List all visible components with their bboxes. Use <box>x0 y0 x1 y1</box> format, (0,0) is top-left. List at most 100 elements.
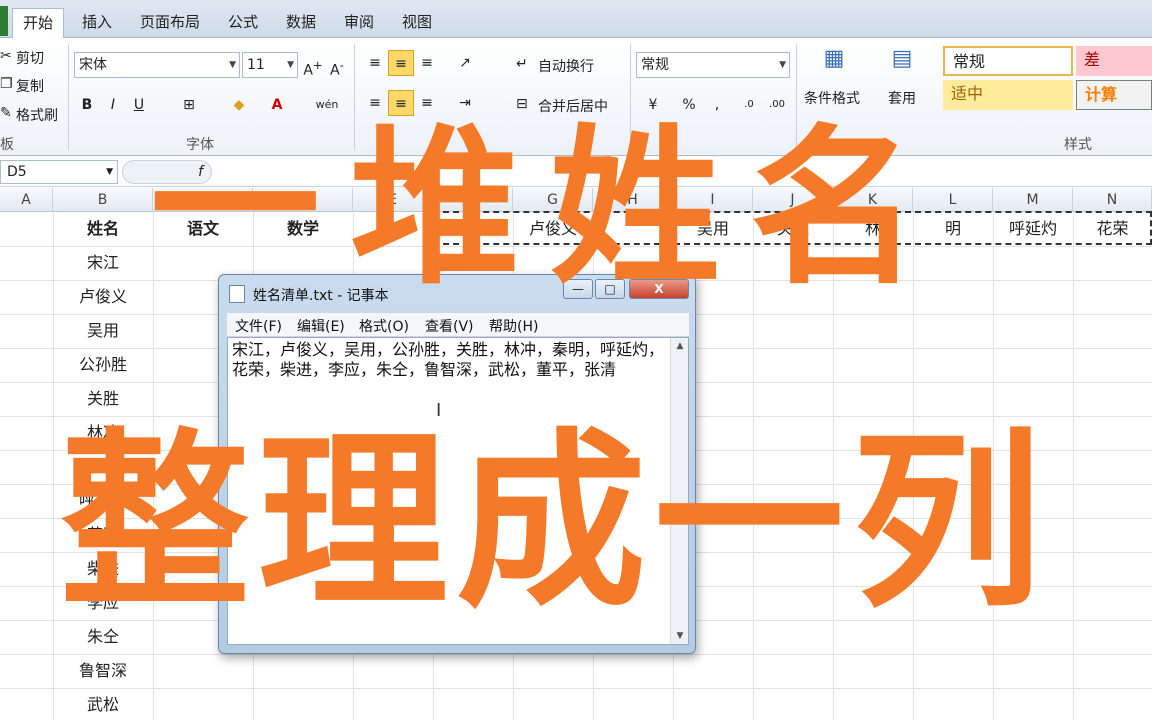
align-right-icon[interactable]: ≡ <box>414 90 440 116</box>
column-header[interactable]: H <box>593 188 673 212</box>
column-header[interactable]: A <box>0 188 53 212</box>
cut-button[interactable]: 剪切 <box>16 48 44 68</box>
table-format-button[interactable]: 套用 <box>888 88 916 108</box>
tab-view[interactable]: 视图 <box>398 8 436 38</box>
conditional-format-button[interactable]: 条件格式 <box>804 88 860 108</box>
tab-home[interactable]: 开始 <box>12 8 65 39</box>
group-separator <box>354 44 355 150</box>
phonetic-button[interactable]: wén <box>310 92 344 118</box>
orientation-icon[interactable]: ↗ <box>452 50 478 76</box>
increase-decimal-icon[interactable]: .0 <box>736 92 762 118</box>
table-format-icon[interactable]: ▤ <box>886 46 918 78</box>
align-top-icon[interactable]: ≡ <box>362 50 388 76</box>
column-header[interactable]: D <box>253 188 353 212</box>
style-neutral[interactable]: 适中 <box>943 80 1073 110</box>
style-normal[interactable]: 常规 <box>943 46 1073 76</box>
tab-insert[interactable]: 插入 <box>78 8 116 38</box>
cell-b[interactable]: 武松 <box>53 688 153 720</box>
cell-b[interactable]: 吴用 <box>53 314 153 348</box>
fill-color-icon[interactable]: ◆ <box>226 92 252 118</box>
column-header[interactable]: N <box>1073 188 1152 212</box>
font-size-select[interactable]: 11 ▼ <box>242 52 298 78</box>
underline-button[interactable]: U <box>126 92 152 118</box>
cell-b[interactable]: 花荣 <box>53 518 153 552</box>
grow-font-icon[interactable]: A+ <box>300 52 326 79</box>
column-header[interactable]: F <box>433 188 513 212</box>
align-center-icon[interactable]: ≡ <box>388 90 414 116</box>
file-tab[interactable] <box>0 6 8 36</box>
copy-icon: ❐ <box>0 76 13 92</box>
menu-help[interactable]: 帮助(H) <box>489 316 538 336</box>
tab-review[interactable]: 审阅 <box>340 8 378 38</box>
conditional-format-icon[interactable]: ▦ <box>818 46 850 78</box>
copy-button[interactable]: 复制 <box>16 76 44 96</box>
format-painter-button[interactable]: 格式刷 <box>16 105 58 125</box>
notepad-text-area[interactable]: 宋江，卢俊义，吴用，公孙胜，关胜，林冲，秦明，呼延灼，花荣，柴进，李应，朱仝，鲁… <box>227 337 689 645</box>
column-header[interactable]: M <box>993 188 1073 212</box>
align-bottom-icon[interactable]: ≡ <box>414 50 440 76</box>
maximize-button[interactable]: □ <box>595 279 625 299</box>
ribbon: ✂ 剪切 ❐ 复制 ✎ 格式刷 板 宋体 ▼ 11 ▼ A+ A- B I U … <box>0 38 1152 156</box>
border-icon[interactable]: ⊞ <box>176 92 202 118</box>
percent-button[interactable]: % <box>676 92 702 118</box>
number-format-select[interactable]: 常规 ▼ <box>636 52 790 78</box>
cell-b[interactable]: 关胜 <box>53 382 153 416</box>
decrease-decimal-icon[interactable]: .00 <box>764 92 790 118</box>
column-header[interactable]: B <box>53 188 153 212</box>
menu-view[interactable]: 查看(V) <box>425 316 474 336</box>
shrink-font-icon[interactable]: A- <box>324 52 350 79</box>
notepad-window[interactable]: 姓名清单.txt - 记事本 — □ X 文件(F) 编辑(E) 格式(O) 查… <box>218 274 696 654</box>
wrap-text-button[interactable]: 自动换行 <box>538 56 594 76</box>
style-bad[interactable]: 差 <box>1076 46 1152 76</box>
column-header[interactable]: E <box>353 188 433 212</box>
column-header[interactable]: I <box>673 188 753 212</box>
scroll-down-icon[interactable]: ▼ <box>671 628 689 644</box>
font-group-label: 字体 <box>186 137 214 153</box>
bold-button[interactable]: B <box>74 92 100 118</box>
cell-b[interactable]: 鲁智深 <box>53 654 153 688</box>
menu-edit[interactable]: 编辑(E) <box>297 316 345 336</box>
menu-file[interactable]: 文件(F) <box>235 316 282 336</box>
cell-b[interactable]: 宋江 <box>53 246 153 280</box>
cell-b[interactable]: 朱仝 <box>53 620 153 654</box>
cell-c1[interactable]: 语文 <box>153 212 253 246</box>
column-header[interactable]: G <box>513 188 593 212</box>
cell-b[interactable]: 卢俊义 <box>53 280 153 314</box>
tab-page-layout[interactable]: 页面布局 <box>136 8 204 38</box>
chevron-down-icon: ▼ <box>779 60 786 70</box>
indent-icon[interactable]: ⇥ <box>452 90 478 116</box>
column-header[interactable]: K <box>833 188 913 212</box>
wrap-text-icon: ↵ <box>516 56 528 72</box>
minimize-button[interactable]: — <box>563 279 593 299</box>
column-header[interactable]: J <box>753 188 833 212</box>
insert-function-button[interactable]: f <box>122 160 212 184</box>
tab-formulas[interactable]: 公式 <box>224 8 262 38</box>
style-calculation[interactable]: 计算 <box>1076 80 1152 110</box>
cell-b[interactable]: 呼延灼 <box>53 484 153 518</box>
cell-b[interactable]: 林冲 <box>53 416 153 450</box>
currency-icon[interactable]: ¥ <box>640 92 666 118</box>
notepad-content[interactable]: 宋江，卢俊义，吴用，公孙胜，关胜，林冲，秦明，呼延灼，花荣，柴进，李应，朱仝，鲁… <box>232 340 664 380</box>
merge-center-button[interactable]: 合并后居中 <box>538 96 608 116</box>
close-button[interactable]: X <box>629 279 689 299</box>
cell-b[interactable]: 公孙胜 <box>53 348 153 382</box>
align-left-icon[interactable]: ≡ <box>362 90 388 116</box>
align-middle-icon[interactable]: ≡ <box>388 50 414 76</box>
menu-format[interactable]: 格式(O) <box>359 316 409 336</box>
column-header[interactable]: L <box>913 188 993 212</box>
cell-d1[interactable]: 数学 <box>253 212 353 246</box>
italic-button[interactable]: I <box>100 92 126 118</box>
comma-icon[interactable]: , <box>704 92 730 118</box>
cell-b1[interactable]: 姓名 <box>53 212 153 246</box>
clipboard-group-label: 板 <box>0 137 14 153</box>
scroll-up-icon[interactable]: ▲ <box>671 338 689 354</box>
tab-data[interactable]: 数据 <box>282 8 320 38</box>
font-name-select[interactable]: 宋体 ▼ <box>74 52 240 78</box>
column-header[interactable]: C <box>153 188 253 212</box>
cell-b[interactable]: 李应 <box>53 586 153 620</box>
name-box[interactable]: D5 ▼ <box>0 160 118 184</box>
cell-b[interactable]: 柴进 <box>53 552 153 586</box>
font-color-button[interactable]: A <box>264 92 290 118</box>
notepad-scrollbar[interactable]: ▲ ▼ <box>670 338 688 644</box>
grid-line <box>913 212 914 720</box>
